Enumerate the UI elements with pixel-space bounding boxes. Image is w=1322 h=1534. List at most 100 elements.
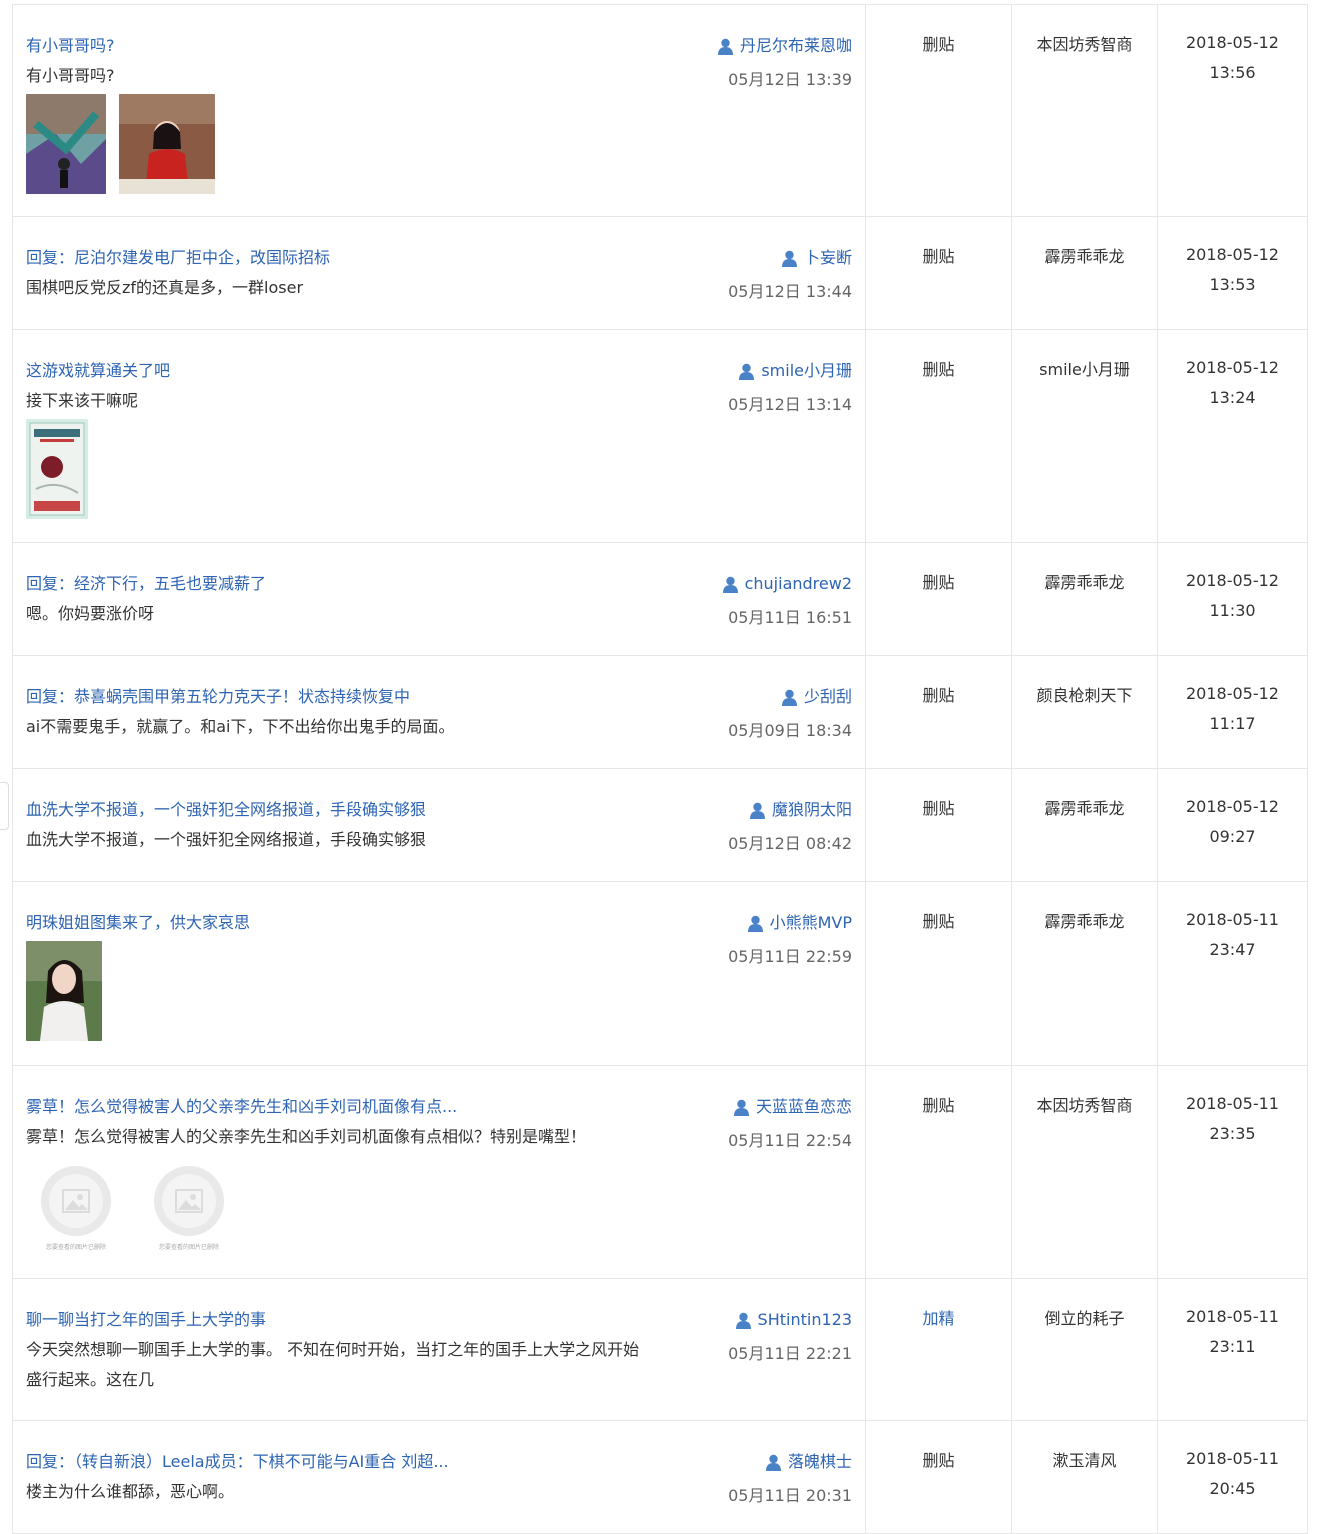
post-title-link[interactable]: 回复：尼泊尔建发电厂拒中企，改国际招标: [26, 243, 666, 273]
table-row: 血洗大学不报道，一个强奸犯全网络报道，手段确实够狠 血洗大学不报道，一个强奸犯全…: [13, 769, 1307, 882]
operator-cell: 颜良枪刺天下: [1012, 656, 1158, 768]
action-label: 删贴: [922, 912, 955, 931]
action-cell: 删贴: [866, 5, 1012, 216]
author-link[interactable]: 天蓝蓝鱼恋恋: [733, 1092, 852, 1122]
operate-time: 20:45: [1209, 1479, 1256, 1498]
operator-cell: smile小月珊: [1012, 330, 1158, 542]
broken-image-icon: [62, 1189, 90, 1213]
author-name: 少刮刮: [803, 687, 852, 706]
post-images: [26, 94, 865, 194]
action-cell: 删贴: [866, 882, 1012, 1065]
post-cell: 回复：恭喜蜗壳围甲第五轮力克天子！状态持续恢复中 ai不需要鬼手，就赢了。和ai…: [13, 656, 866, 768]
author-link[interactable]: chujiandrew2: [722, 569, 852, 599]
author-link[interactable]: 卜妄断: [781, 243, 852, 273]
author-name: 小熊熊MVP: [769, 913, 852, 932]
post-cell: 回复：尼泊尔建发电厂拒中企，改国际招标 围棋吧反党反zf的还真是多，一群lose…: [13, 217, 866, 329]
operator-cell: 本因坊秀智商: [1012, 1066, 1158, 1278]
operate-time: 11:30: [1209, 601, 1256, 620]
post-title-link[interactable]: 回复：（转自新浪）Leela成员：下棋不可能与AI重合 刘超...: [26, 1447, 666, 1477]
post-time: 05月12日 13:44: [728, 281, 852, 301]
post-meta: SHtintin123 05月11日 22:21: [728, 1305, 852, 1369]
operate-time-cell: 2018-05-12 13:24: [1158, 323, 1307, 542]
operator-cell: 漱玉清风: [1012, 1421, 1158, 1533]
side-tab[interactable]: [0, 782, 9, 830]
action-cell: 删贴: [866, 543, 1012, 655]
post-meta: 魔狼阴太阳 05月12日 08:42: [728, 795, 852, 859]
post-body: ai不需要鬼手，就赢了。和ai下，下不出给你出鬼手的局面。: [26, 717, 455, 736]
operator-name: 漱玉清风: [1052, 1451, 1117, 1470]
operate-time-cell: 2018-05-12 13:53: [1158, 210, 1307, 329]
post-image-thumbnail[interactable]: [119, 94, 215, 194]
table-row: 这游戏就算通关了吧 接下来该干嘛呢 smile小月珊 05月12日 13:14: [13, 330, 1307, 543]
operate-time-cell: 2018-05-11 23:35: [1158, 1059, 1307, 1278]
post-meta: chujiandrew2 05月11日 16:51: [722, 569, 852, 633]
post-title-link[interactable]: 聊一聊当打之年的国手上大学的事: [26, 1305, 666, 1335]
author-link[interactable]: 丹尼尔布莱恩咖: [717, 31, 852, 61]
operate-time: 23:47: [1209, 940, 1256, 959]
user-icon: [722, 576, 738, 593]
post-image-thumbnail[interactable]: [26, 419, 88, 519]
user-icon: [717, 38, 733, 55]
user-icon: [749, 802, 765, 819]
author-link[interactable]: smile小月珊: [738, 356, 852, 386]
post-title-link[interactable]: 这游戏就算通关了吧: [26, 356, 666, 386]
action-label: 删贴: [922, 360, 955, 379]
author-link[interactable]: 魔狼阴太阳: [749, 795, 852, 825]
user-icon: [765, 1454, 781, 1471]
operate-time: 23:11: [1209, 1337, 1256, 1356]
post-meta: smile小月珊 05月12日 13:14: [728, 356, 852, 420]
post-title-link[interactable]: 血洗大学不报道，一个强奸犯全网络报道，手段确实够狠: [26, 795, 666, 825]
deleted-image-caption: 您要查看的图片已删除: [45, 1244, 106, 1251]
operate-time-cell: 2018-05-11 23:47: [1158, 875, 1307, 1065]
operate-date: 2018-05-11: [1186, 1449, 1279, 1468]
operator-name: 霹雳乖乖龙: [1044, 912, 1125, 931]
post-image-thumbnail[interactable]: [26, 94, 106, 194]
post-cell: 血洗大学不报道，一个强奸犯全网络报道，手段确实够狠 血洗大学不报道，一个强奸犯全…: [13, 769, 866, 881]
user-icon: [781, 250, 797, 267]
table-row: 明珠姐姐图集来了，供大家哀思 小熊熊MVP 05月11日 22:59 删贴 霹雳…: [13, 882, 1307, 1066]
post-title-link[interactable]: 雾草！怎么觉得被害人的父亲李先生和凶手刘司机面像有点...: [26, 1092, 666, 1122]
post-body: 有小哥哥吗?: [26, 66, 115, 85]
post-time: 05月09日 18:34: [728, 720, 852, 740]
operator-name: 本因坊秀智商: [1036, 35, 1133, 54]
table-row: 回复：恭喜蜗壳围甲第五轮力克天子！状态持续恢复中 ai不需要鬼手，就赢了。和ai…: [13, 656, 1307, 769]
post-image-thumbnail[interactable]: [26, 941, 102, 1041]
post-cell: 回复：经济下行，五毛也要减薪了 嗯。你妈要涨价呀 chujiandrew2 05…: [13, 543, 866, 655]
post-meta: 卜妄断 05月12日 13:44: [728, 243, 852, 307]
post-title-link[interactable]: 回复：恭喜蜗壳围甲第五轮力克天子！状态持续恢复中: [26, 682, 666, 712]
author-link[interactable]: 小熊熊MVP: [747, 908, 852, 938]
post-time: 05月11日 22:21: [728, 1343, 852, 1363]
post-meta: 丹尼尔布莱恩咖 05月12日 13:39: [717, 31, 852, 95]
operate-time: 11:17: [1209, 714, 1256, 733]
post-title-link[interactable]: 回复：经济下行，五毛也要减薪了: [26, 569, 666, 599]
post-images: 您要查看的图片已删除 您要查看的图片已删除: [26, 1160, 865, 1255]
post-meta: 落魄棋士 05月11日 20:31: [728, 1447, 852, 1511]
post-body: 嗯。你妈要涨价呀: [26, 604, 155, 623]
table-row: 回复：（转自新浪）Leela成员：下棋不可能与AI重合 刘超... 楼主为什么谁…: [13, 1421, 1307, 1534]
author-name: SHtintin123: [757, 1310, 852, 1329]
post-title-link[interactable]: 明珠姐姐图集来了，供大家哀思: [26, 908, 666, 938]
operator-name: 倒立的耗子: [1044, 1309, 1125, 1328]
post-meta: 小熊熊MVP 05月11日 22:59: [728, 908, 852, 972]
post-meta: 少刮刮 05月09日 18:34: [728, 682, 852, 746]
operate-time: 23:35: [1209, 1124, 1256, 1143]
action-cell: 删贴: [866, 1421, 1012, 1533]
action-label: 删贴: [922, 247, 955, 266]
author-link[interactable]: 少刮刮: [781, 682, 852, 712]
post-time: 05月11日 22:54: [728, 1130, 852, 1150]
action-cell: 删贴: [866, 656, 1012, 768]
post-cell: 这游戏就算通关了吧 接下来该干嘛呢 smile小月珊 05月12日 13:14: [13, 330, 866, 542]
operate-time: 13:53: [1209, 275, 1256, 294]
author-link[interactable]: 落魄棋士: [765, 1447, 852, 1477]
author-link[interactable]: SHtintin123: [735, 1305, 852, 1335]
author-name: smile小月珊: [761, 361, 852, 380]
operate-date: 2018-05-11: [1186, 1094, 1279, 1113]
table-row: 雾草！怎么觉得被害人的父亲李先生和凶手刘司机面像有点... 雾草！怎么觉得被害人…: [13, 1066, 1307, 1279]
post-title-link[interactable]: 有小哥哥吗?: [26, 31, 666, 61]
post-cell: 有小哥哥吗? 有小哥哥吗? 丹尼尔布莱恩咖 05月12日 13:39: [13, 5, 866, 216]
operate-date: 2018-05-12: [1186, 33, 1279, 52]
operator-name: 霹雳乖乖龙: [1044, 247, 1125, 266]
action-cell: 删贴: [866, 330, 1012, 542]
user-icon: [735, 1312, 751, 1329]
action-label: 删贴: [922, 799, 955, 818]
